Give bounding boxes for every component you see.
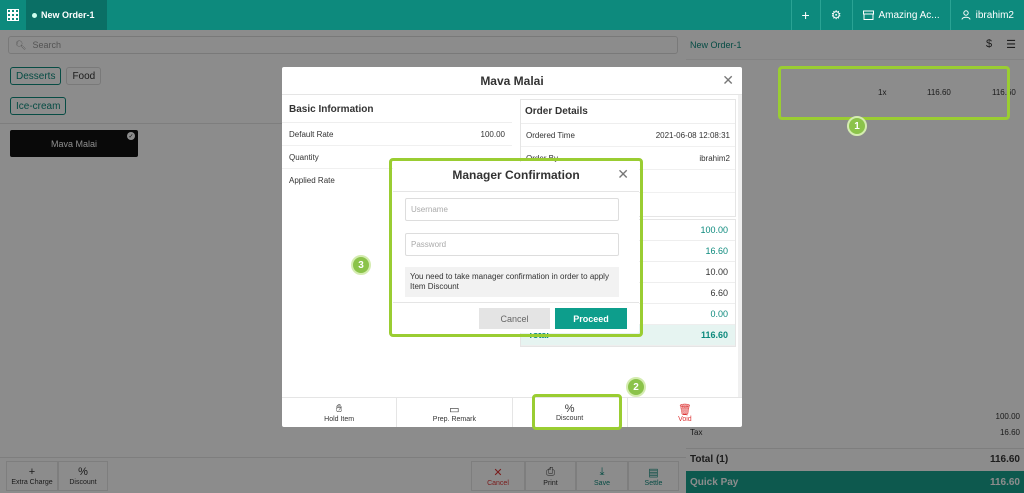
default-rate-value: 100.00	[480, 129, 505, 139]
store-icon	[862, 10, 874, 20]
outlet-selector[interactable]: Amazing Ac...	[851, 0, 950, 30]
add-order-button[interactable]: +	[790, 0, 820, 30]
basic-info-heading: Basic Information	[282, 97, 512, 123]
summary-total-value: 116.60	[700, 330, 728, 340]
active-dot-icon	[32, 12, 37, 18]
close-icon[interactable]: ✕	[722, 72, 734, 89]
prep-remark-button[interactable]: ▭ Prep. Remark	[397, 398, 513, 427]
outlet-name: Amazing Ac...	[878, 9, 940, 21]
hand-icon: ✋︎	[335, 402, 343, 415]
user-name: ibrahim2	[975, 9, 1014, 21]
user-icon	[961, 10, 971, 20]
order-tab[interactable]: New Order-1	[26, 0, 107, 30]
highlight-discount-button	[532, 394, 622, 430]
order-tab-label: New Order-1	[41, 10, 95, 20]
highlight-manager-dialog	[389, 158, 643, 337]
step-badge-1: 1	[847, 116, 867, 136]
void-button[interactable]: 🗑︎ Void	[628, 398, 742, 427]
trash-icon: 🗑︎	[677, 403, 692, 416]
ordered-time-row: Ordered Time 2021-06-08 12:08:31	[521, 124, 735, 147]
hold-item-button[interactable]: ✋︎ Hold Item	[282, 398, 398, 427]
default-rate-row: Default Rate 100.00	[282, 123, 512, 146]
order-details-heading: Order Details	[521, 100, 735, 124]
step-badge-3: 3	[351, 255, 371, 275]
user-menu[interactable]: ibrahim2	[949, 0, 1024, 30]
apps-grid-icon[interactable]	[0, 0, 26, 30]
order-by-value: ibrahim2	[699, 153, 730, 163]
step-badge-2: 2	[626, 377, 646, 397]
gear-icon: ⚙	[830, 8, 842, 22]
ordered-time-value: 2021-06-08 12:08:31	[655, 130, 730, 140]
item-modal-title: Mava Malai	[480, 73, 544, 88]
top-bar: New Order-1 + ⚙ Amazing Ac... ibrahim2	[0, 0, 1024, 30]
highlight-cart-line	[778, 66, 1010, 120]
settings-button[interactable]: ⚙	[819, 0, 852, 30]
modal-scrollbar[interactable]	[738, 95, 742, 397]
plus-icon: +	[801, 7, 810, 23]
comment-icon: ▭	[449, 403, 460, 416]
